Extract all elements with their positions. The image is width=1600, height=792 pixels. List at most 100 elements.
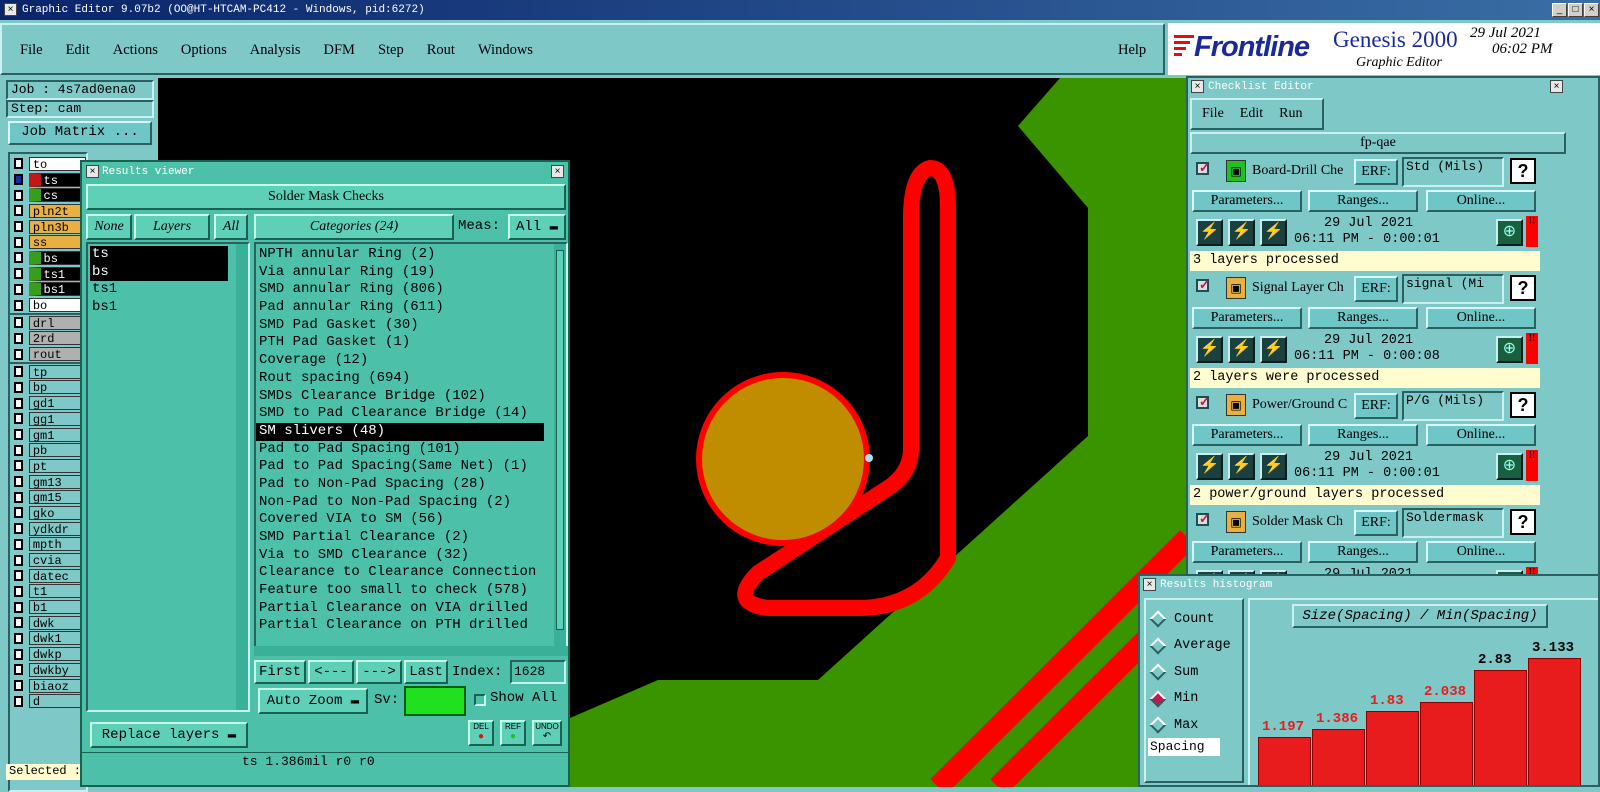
zoom-results-icon[interactable]: ⊕ — [1496, 453, 1523, 480]
category-item[interactable]: SMD annular Ring (806) — [256, 281, 566, 299]
category-item[interactable]: Coverage (12) — [256, 352, 566, 370]
layer-row[interactable]: gm15 — [10, 489, 86, 505]
categories-button[interactable]: Categories (24) — [254, 214, 454, 240]
layer-checkbox[interactable] — [14, 158, 23, 170]
layer-checkbox[interactable] — [14, 570, 23, 582]
layer-row[interactable]: pb — [10, 442, 86, 458]
layer-checkbox[interactable] — [14, 348, 23, 360]
layer-checkbox[interactable] — [14, 554, 23, 566]
category-item[interactable]: SMD Pad Gasket (30) — [256, 317, 566, 335]
run-all-icon[interactable]: ⚡ — [1260, 336, 1287, 363]
layer-row[interactable]: 2rd — [10, 331, 86, 346]
category-item[interactable]: Non-Pad to Non-Pad Spacing (2) — [256, 494, 566, 512]
categories-listbox[interactable]: NPTH annular Ring (2) Via annular Ring (1… — [254, 242, 568, 654]
radio-icon[interactable] — [1149, 610, 1167, 628]
layer-checkbox[interactable] — [14, 381, 23, 393]
help-question-icon[interactable]: ? — [1510, 275, 1536, 301]
help-question-icon[interactable]: ? — [1510, 509, 1536, 535]
layer-row[interactable]: bo — [10, 297, 86, 313]
erf-button[interactable]: ERF: — [1354, 510, 1398, 536]
show-all-checkbox[interactable] — [474, 694, 486, 706]
category-item[interactable]: PTH Pad Gasket (1) — [256, 334, 566, 352]
parameters-button[interactable]: Parameters... — [1192, 307, 1302, 329]
layer-checkbox[interactable] — [14, 491, 23, 503]
online-button[interactable]: Online... — [1426, 307, 1536, 329]
menu-step[interactable]: Step — [378, 42, 404, 59]
categories-scrollbar[interactable] — [554, 244, 566, 652]
erf-field[interactable]: Soldermask — [1402, 508, 1504, 538]
layer-listbox[interactable]: ts bs ts1 bs1 — [86, 242, 250, 712]
checklist-menu-file[interactable]: File — [1202, 106, 1224, 122]
job-matrix-button[interactable]: Job Matrix ... — [8, 121, 152, 145]
action-checkbox[interactable]: ✓ — [1196, 394, 1210, 409]
layer-checkbox[interactable] — [14, 332, 23, 344]
category-item[interactable]: SM slivers (48) — [256, 422, 544, 441]
category-item[interactable]: Pad to Pad Spacing(Same Net) (1) — [256, 458, 566, 476]
run-icon[interactable]: ⚡ — [1196, 219, 1223, 246]
layer-checkbox[interactable] — [14, 236, 23, 248]
layer-row[interactable]: biaoz — [10, 678, 86, 694]
erf-button[interactable]: ERF: — [1354, 393, 1398, 419]
layer-row[interactable]: gm13 — [10, 474, 86, 490]
first-button[interactable]: First — [254, 660, 306, 684]
checklist-menu-run[interactable]: Run — [1279, 106, 1302, 122]
layer-checkbox[interactable] — [14, 268, 23, 280]
layer-checkbox[interactable] — [14, 283, 23, 295]
category-item[interactable]: NPTH annular Ring (2) — [256, 246, 566, 264]
run-selected-icon[interactable]: ⚡ — [1228, 336, 1255, 363]
layer-checkbox[interactable] — [14, 585, 23, 597]
run-all-icon[interactable]: ⚡ — [1260, 453, 1287, 480]
erf-field[interactable]: signal (Mi — [1402, 274, 1504, 304]
radio-icon[interactable] — [1149, 663, 1167, 681]
category-item[interactable]: Covered VIA to SM (56) — [256, 511, 566, 529]
maximize-button[interactable]: □ — [1568, 3, 1583, 17]
category-item[interactable]: Partial Clearance on PTH drilled — [256, 617, 566, 635]
category-item[interactable]: Pad to Non-Pad Spacing (28) — [256, 476, 566, 494]
layer-checkbox[interactable] — [14, 507, 23, 519]
checklist-close-icon[interactable]: × — [1550, 80, 1563, 93]
layer-checkbox[interactable] — [14, 476, 23, 488]
erf-field[interactable]: Std (Mils) — [1402, 157, 1504, 187]
result-layer-item[interactable]: ts1 — [90, 281, 228, 299]
result-layer-item[interactable]: bs — [90, 263, 228, 281]
layer-row[interactable]: bs1 — [10, 282, 86, 297]
all-button[interactable]: All — [214, 214, 248, 240]
layer-checkbox[interactable] — [14, 460, 23, 472]
layer-checkbox[interactable] — [14, 523, 23, 535]
menu-rout[interactable]: Rout — [427, 42, 455, 59]
layer-row[interactable]: dwk — [10, 615, 86, 631]
histogram-option-count[interactable]: Count — [1149, 606, 1242, 633]
help-menu[interactable]: Help — [1118, 42, 1146, 59]
run-icon[interactable]: ⚡ — [1196, 336, 1223, 363]
layer-row[interactable]: ts1 — [10, 266, 86, 282]
menu-analysis[interactable]: Analysis — [250, 42, 301, 59]
next-button[interactable]: ---> — [356, 660, 402, 684]
checklist-menu-edit[interactable]: Edit — [1240, 106, 1263, 122]
run-selected-icon[interactable]: ⚡ — [1228, 219, 1255, 246]
radio-icon[interactable] — [1149, 637, 1167, 655]
category-item[interactable]: Clearance to Clearance Connection — [256, 564, 566, 582]
categories-hscroll[interactable] — [254, 646, 568, 656]
layer-checkbox[interactable] — [14, 601, 23, 613]
layer-row[interactable]: d — [10, 693, 86, 709]
layer-row[interactable]: gko — [10, 505, 86, 521]
layer-checkbox[interactable] — [14, 413, 23, 425]
menu-options[interactable]: Options — [181, 42, 227, 59]
run-all-icon[interactable]: ⚡ — [1260, 219, 1287, 246]
meas-select[interactable]: All ▬ — [508, 214, 566, 240]
histogram-option-average[interactable]: Average — [1149, 633, 1242, 660]
spacing-field[interactable]: Spacing — [1148, 738, 1220, 756]
layer-row[interactable]: dwk1 — [10, 631, 86, 646]
layer-row[interactable]: gg1 — [10, 411, 86, 427]
menu-edit[interactable]: Edit — [66, 42, 90, 59]
layer-checkbox[interactable] — [14, 317, 23, 329]
category-item[interactable]: Partial Clearance on VIA drilled — [256, 600, 566, 618]
parameters-button[interactable]: Parameters... — [1192, 190, 1302, 212]
layer-row[interactable]: cvia — [10, 552, 86, 568]
layer-checkbox[interactable] — [14, 205, 23, 217]
layer-row[interactable]: ss — [10, 234, 86, 250]
erf-field[interactable]: P/G (Mils) — [1402, 391, 1504, 421]
ranges-button[interactable]: Ranges... — [1308, 424, 1418, 446]
radio-icon[interactable] — [1149, 716, 1167, 734]
layer-row[interactable]: pln2t — [10, 203, 86, 219]
